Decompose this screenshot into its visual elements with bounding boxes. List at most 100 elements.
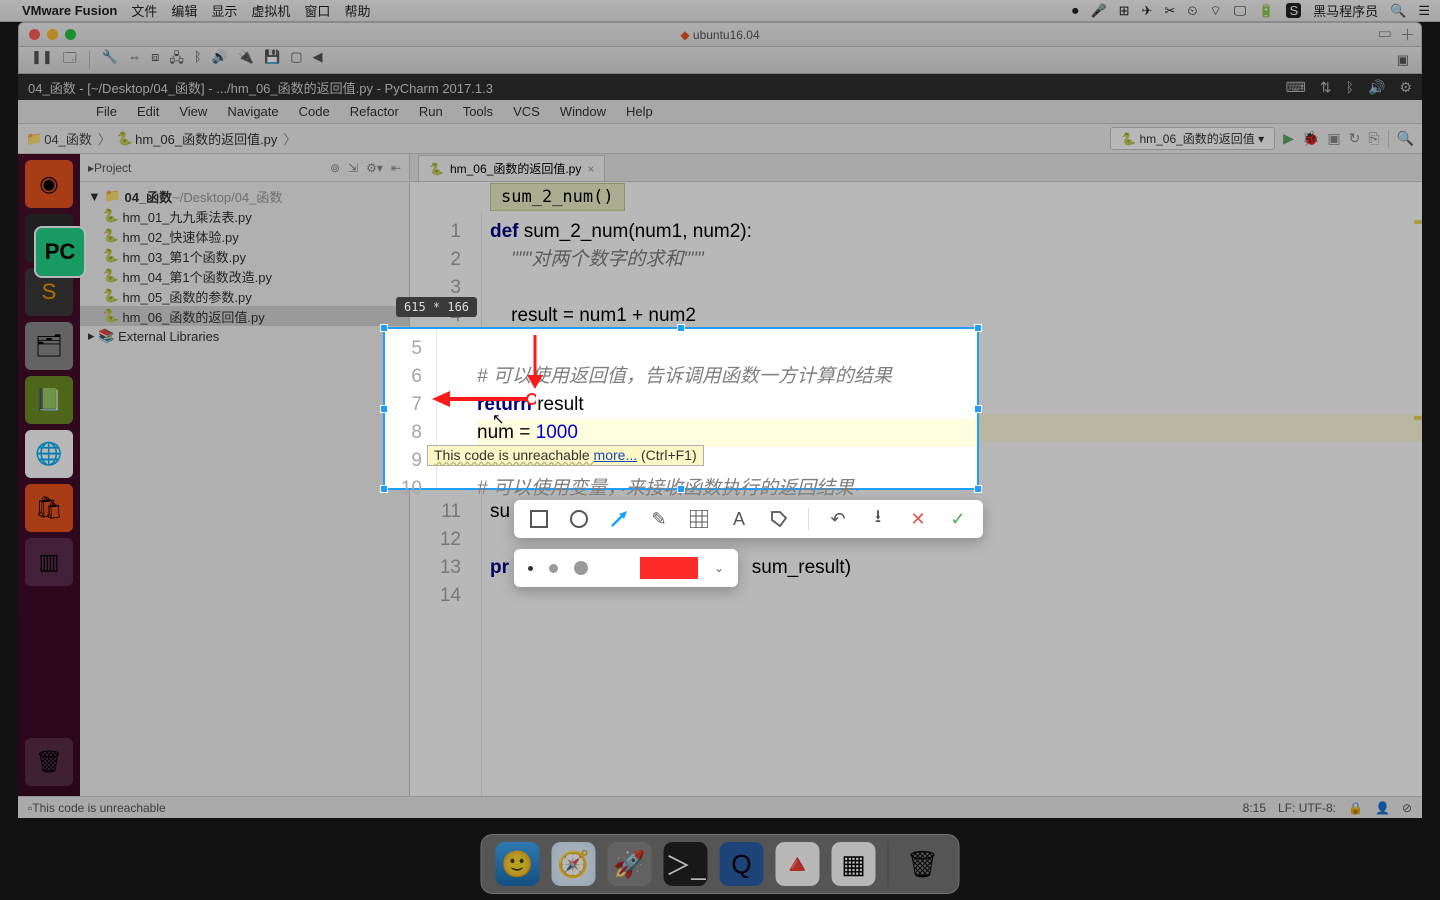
mac-menu-vm[interactable]: 虚拟机 [251,1,290,20]
vm-newtab-icon[interactable]: ＋ [1400,24,1415,45]
stroke-size-small[interactable] [528,566,533,571]
vm-tool-wrench-icon[interactable]: 🔧 [102,49,118,71]
pc-menu-tools[interactable]: Tools [455,102,501,121]
vm-tool-arrows-icon[interactable]: ⇔ [128,49,141,71]
status-clock-icon[interactable]: ⏲ [1187,3,1197,19]
project-file[interactable]: hm_02_快速体验.py [122,227,238,246]
pc-menu-navigate[interactable]: Navigate [219,102,286,121]
anno-rect-icon[interactable] [528,508,550,530]
launcher-files-icon[interactable]: 🗂 [25,322,73,370]
anno-confirm-icon[interactable]: ✓ [947,508,969,530]
run-icon[interactable]: ▶ [1283,130,1294,147]
status-search-icon[interactable]: 🔍 [1390,3,1406,19]
status-menu-icon[interactable]: ☰ [1418,3,1430,19]
status-record-icon[interactable]: ⏺ [1072,3,1079,19]
dock-trash-icon[interactable]: 🗑 [901,842,945,886]
window-minimize-icon[interactable] [47,29,58,40]
dock-finder-icon[interactable]: 🙂 [496,842,540,886]
anno-ellipse-icon[interactable] [568,508,590,530]
pc-bt-icon[interactable]: ᛒ [1346,79,1354,96]
chevron-down-icon[interactable]: ⌄ [714,561,724,575]
anno-cancel-icon[interactable]: ✕ [907,508,929,530]
ubuntu-dash-icon[interactable]: ◉ [25,160,73,208]
status-scissors-icon[interactable]: ✂ [1164,3,1175,19]
vm-fullscreen-icon[interactable]: ▣ [1397,52,1409,68]
vm-snapshot-icon[interactable]: 🗔 [63,49,77,71]
run-config-selector[interactable]: 🐍 hm_06_函数的返回值 ▾ [1110,127,1275,150]
vm-maximize-icon[interactable]: ▭ [1378,24,1392,45]
dock-launchpad-icon[interactable]: 🚀 [608,842,652,886]
status-plus-icon[interactable]: ⊞ [1119,3,1130,19]
vm-tool-network-icon[interactable]: 🖧 [169,49,184,71]
status-battery-icon[interactable]: 🔋 [1258,3,1274,19]
project-hide-icon[interactable]: ⇤ [391,161,401,175]
status-hector-icon[interactable]: 👤 [1375,801,1390,815]
dock-quicktime-icon[interactable]: Q [720,842,764,886]
debug-icon[interactable]: 🐞 [1302,130,1319,147]
pc-menu-run[interactable]: Run [411,102,451,121]
vm-tool-disk-icon[interactable]: 💾 [264,49,280,71]
status-user-name[interactable]: 黑马程序员 [1313,1,1378,20]
project-root[interactable]: 04_函数 [124,187,172,206]
launcher-book-icon[interactable]: 📗 [25,376,73,424]
pc-settings-icon[interactable]: ⚙ [1399,79,1412,96]
pc-menu-edit[interactable]: Edit [129,102,167,121]
error-stripe[interactable] [1410,212,1422,796]
project-file[interactable]: hm_04_第1个函数改造.py [122,267,272,286]
pc-sync-icon[interactable]: ⇅ [1320,79,1332,96]
anno-tag-icon[interactable] [768,508,790,530]
dock-safari-icon[interactable]: 🧭 [552,842,596,886]
mac-menu-edit[interactable]: 编辑 [171,1,197,20]
anno-arrow-icon[interactable] [608,508,630,530]
search-icon[interactable]: 🔍 [1397,130,1414,147]
status-mic-icon[interactable]: 🎤 [1090,3,1106,19]
status-warn-icon[interactable]: ⊘ [1402,801,1412,815]
launcher-app-icon[interactable]: ▥ [25,538,73,586]
stroke-size-large[interactable] [574,561,588,575]
vm-tool-left-icon[interactable]: ▢ [290,49,302,71]
pc-volume-icon[interactable]: 🔊 [1368,79,1385,96]
launcher-trash-icon[interactable]: 🗑 [25,738,73,786]
pc-menu-vcs[interactable]: VCS [505,102,548,121]
anno-download-icon[interactable]: ⭳ [867,508,889,530]
dock-vmware-icon[interactable]: ▦ [832,842,876,886]
pc-menu-code[interactable]: Code [291,102,338,121]
mac-app-name[interactable]: VMware Fusion [22,3,117,18]
vm-tool-usb-icon[interactable]: 🔌 [238,49,254,71]
project-gear-icon[interactable]: ⚙▾ [366,161,383,175]
status-caret-pos[interactable]: 8:15 [1243,801,1266,815]
pc-menu-refactor[interactable]: Refactor [342,102,407,121]
status-sogou-icon[interactable]: S [1286,3,1301,18]
launcher-chrome-icon[interactable]: 🌐 [25,430,73,478]
stroke-size-medium[interactable] [549,564,558,573]
status-send-icon[interactable]: ✈ [1142,3,1153,19]
project-file-selected[interactable]: hm_06_函数的返回值.py [122,307,264,326]
status-wifi-icon[interactable]: ⌔ [1210,3,1222,19]
vm-tool-sound-icon[interactable]: 🔊 [212,49,228,71]
color-swatch[interactable] [640,557,698,579]
status-lock-icon[interactable]: 🔒 [1348,801,1363,815]
git-icon[interactable]: ⎘ [1368,130,1379,147]
project-file[interactable]: hm_03_第1个函数.py [122,247,246,266]
dock-vlc-icon[interactable]: 🔺 [776,842,820,886]
project-target-icon[interactable]: ⊚ [330,161,340,175]
status-encoding[interactable]: LF: UTF-8: [1278,801,1336,815]
stop-icon[interactable]: ↻ [1349,130,1361,147]
anno-pen-icon[interactable]: ✎ [648,508,670,530]
status-display-icon[interactable]: 🖵 [1234,3,1247,19]
close-tab-icon[interactable]: × [587,162,594,176]
project-collapse-icon[interactable]: ⇲ [348,161,358,175]
vm-tool-right-icon[interactable]: ◀ [313,49,323,71]
launcher-software-icon[interactable]: 🛍 [25,484,73,532]
project-file[interactable]: hm_05_函数的参数.py [122,287,251,306]
window-zoom-icon[interactable] [65,29,76,40]
mac-menu-help[interactable]: 帮助 [344,1,370,20]
breadcrumb-file[interactable]: hm_06_函数的返回值.py [135,129,277,148]
pc-menu-view[interactable]: View [171,102,215,121]
project-tree[interactable]: ▼ 📁04_函数 ~/Desktop/04_函数 🐍hm_01_九九乘法表.py… [80,182,409,796]
mac-menu-file[interactable]: 文件 [131,1,157,20]
anno-text-icon[interactable]: A [728,508,750,530]
vm-tool-box-icon[interactable]: ⧈ [151,49,159,71]
vm-pause-icon[interactable]: ❚❚ [31,49,53,71]
dock-terminal-icon[interactable]: ＞_ [664,842,708,886]
